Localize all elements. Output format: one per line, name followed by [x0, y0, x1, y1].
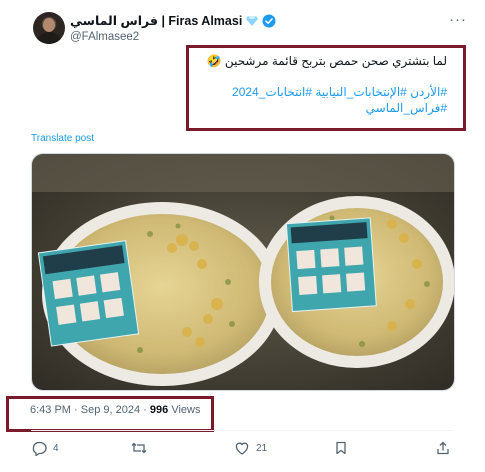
translate-post-link[interactable]: Translate post: [31, 133, 94, 144]
avatar[interactable]: [33, 12, 65, 44]
reply-icon: [32, 441, 47, 456]
highlight-box-text: [186, 45, 466, 131]
more-icon[interactable]: ···: [449, 11, 467, 28]
author-display-name[interactable]: فراس الماسي | Firas Almasi: [70, 13, 242, 28]
bookmark-icon: [336, 441, 346, 455]
like-count: 21: [256, 442, 268, 454]
divider: [31, 430, 454, 431]
reply-button[interactable]: 4: [31, 440, 59, 456]
tweet-image[interactable]: [31, 153, 455, 391]
author-name-row[interactable]: فراس الماسي | Firas Almasi: [70, 13, 276, 28]
highlight-box-meta: [6, 396, 214, 432]
bookmark-button[interactable]: [333, 440, 349, 456]
like-button[interactable]: 21: [234, 440, 267, 456]
avatar-shoulders: [36, 32, 62, 44]
repost-button[interactable]: [131, 440, 153, 456]
avatar-face: [43, 18, 55, 32]
diamond-icon: [246, 15, 259, 26]
share-icon: [437, 441, 449, 455]
author-handle[interactable]: @FAlmasee2: [70, 31, 139, 43]
like-icon: [235, 442, 249, 455]
reply-count: 4: [53, 442, 59, 454]
share-button[interactable]: [435, 440, 451, 456]
verified-icon: [262, 14, 276, 27]
action-bar: 4 21: [31, 440, 455, 460]
hummus-plates-photo: [32, 154, 454, 390]
repost-icon: [131, 442, 147, 454]
